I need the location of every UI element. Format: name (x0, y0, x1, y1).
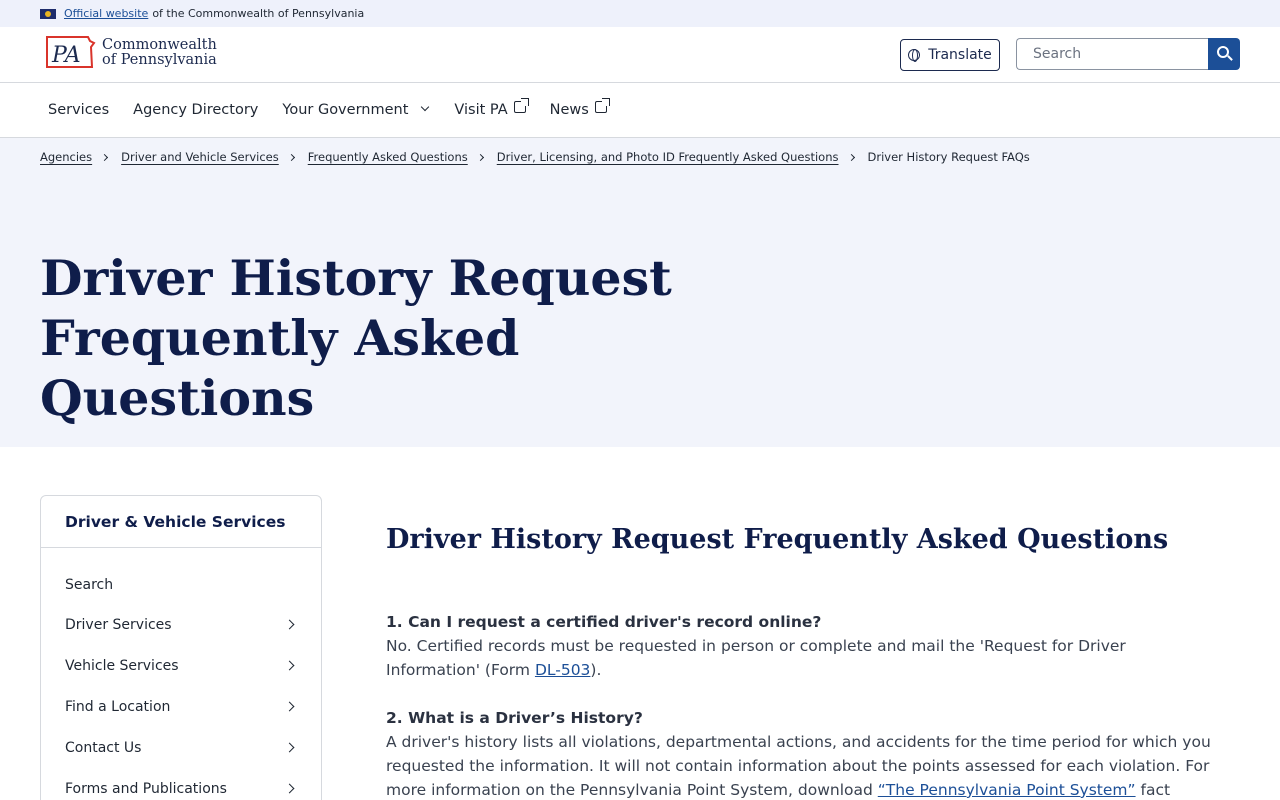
sidebar-item-search[interactable]: Search (41, 566, 321, 604)
external-link-icon (594, 98, 610, 113)
sidebar-item-contact-us[interactable]: Contact Us (41, 727, 321, 768)
logo-text: Commonwealth of Pennsylvania (102, 38, 217, 68)
nav-your-government-label: Your Government (282, 102, 409, 118)
official-banner-text: of the Commonwealth of Pennsylvania (152, 7, 365, 20)
translate-label: Translate (928, 47, 992, 63)
nav-visit-pa[interactable]: Visit PA (454, 98, 529, 118)
faq-question: 1. Can I request a certified driver's re… (386, 613, 822, 631)
faq-answer-text: ). (590, 661, 602, 679)
chevron-right-icon[interactable] (284, 701, 295, 712)
nav-services[interactable]: Services (48, 102, 109, 118)
sidebar-list: Search Driver Services Vehicle Services … (41, 548, 321, 800)
official-banner: Official website of the Commonwealth of … (0, 0, 1280, 27)
sidebar-item-label: Find a Location (65, 698, 171, 715)
nav-news-label: News (549, 102, 589, 118)
sidebar-item-driver-services[interactable]: Driver Services (41, 604, 321, 645)
search-input[interactable] (1016, 38, 1208, 70)
official-website-link[interactable]: Official website (64, 7, 148, 20)
sidebar-heading[interactable]: Driver & Vehicle Services (41, 496, 321, 548)
chevron-right-icon[interactable] (284, 660, 295, 671)
nav-visit-pa-label: Visit PA (454, 102, 508, 118)
hero-section: Agencies Driver and Vehicle Services Fre… (0, 138, 1280, 447)
chevron-right-icon[interactable] (284, 742, 295, 753)
page-title: Driver History Request Frequently Asked … (40, 248, 800, 428)
sidebar-nav: Driver & Vehicle Services Search Driver … (40, 495, 322, 800)
faq-item: 1. Can I request a certified driver's re… (386, 610, 1216, 682)
breadcrumb-agencies[interactable]: Agencies (40, 150, 92, 164)
page-title-line-1: Driver History Request (40, 249, 672, 307)
nav-your-government[interactable]: Your Government (282, 102, 442, 118)
chevron-right-icon[interactable] (284, 783, 295, 794)
main-content: Driver History Request Frequently Asked … (386, 520, 1216, 800)
breadcrumb-faq[interactable]: Frequently Asked Questions (308, 150, 468, 164)
main-nav: Services Agency Directory Your Governmen… (0, 83, 1280, 138)
chevron-right-icon[interactable] (284, 619, 295, 630)
chevron-right-icon (476, 153, 484, 161)
nav-news[interactable]: News (549, 98, 610, 118)
faq-answer: A driver's history lists all violations,… (386, 730, 1216, 800)
faq-answer: No. Certified records must be requested … (386, 634, 1216, 682)
logo-line-1: Commonwealth (102, 37, 217, 53)
breadcrumb-driver-licensing-faq[interactable]: Driver, Licensing, and Photo ID Frequent… (497, 150, 839, 164)
external-link-icon (513, 98, 529, 113)
sidebar-item-find-location[interactable]: Find a Location (41, 686, 321, 727)
logo-mark-text: PA (51, 43, 81, 68)
site-header: PA Commonwealth of Pennsylvania Translat… (0, 27, 1280, 83)
sidebar-item-label: Forms and Publications (65, 780, 227, 797)
chevron-right-icon (287, 153, 295, 161)
breadcrumb-current: Driver History Request FAQs (867, 150, 1030, 164)
pa-logo-icon: PA (44, 33, 96, 73)
chevron-right-icon (101, 153, 109, 161)
logo-line-2: of Pennsylvania (102, 52, 217, 68)
translate-button[interactable]: Translate (900, 39, 1000, 71)
search-icon (1217, 46, 1229, 58)
dl-503-link[interactable]: DL-503 (535, 661, 590, 679)
chevron-right-icon (847, 153, 855, 161)
page-title-line-2: Frequently Asked Questions (40, 309, 520, 427)
pa-flag-icon (40, 8, 56, 19)
search-button[interactable] (1208, 38, 1240, 70)
sidebar-item-label: Vehicle Services (65, 657, 179, 674)
sidebar-item-forms-publications[interactable]: Forms and Publications (41, 768, 321, 800)
globe-icon (908, 49, 921, 62)
sidebar-item-label: Driver Services (65, 616, 172, 633)
sidebar-item-label: Contact Us (65, 739, 142, 756)
faq-answer-text: No. Certified records must be requested … (386, 637, 1126, 679)
sidebar-item-vehicle-services[interactable]: Vehicle Services (41, 645, 321, 686)
nav-services-label: Services (48, 102, 110, 118)
sidebar-item-label: Search (65, 577, 114, 593)
breadcrumb: Agencies Driver and Vehicle Services Fre… (40, 150, 1030, 164)
nav-agency-directory[interactable]: Agency Directory (133, 102, 258, 118)
breadcrumb-driver-vehicle-services[interactable]: Driver and Vehicle Services (121, 150, 279, 164)
faq-question: 2. What is a Driver’s History? (386, 709, 643, 727)
chevron-down-icon (421, 102, 430, 112)
nav-agency-directory-label: Agency Directory (133, 102, 259, 118)
content-title: Driver History Request Frequently Asked … (386, 524, 1169, 555)
point-system-link[interactable]: “The Pennsylvania Point System” (878, 781, 1136, 799)
header-search (1016, 38, 1240, 70)
pa-logo[interactable]: PA Commonwealth of Pennsylvania (44, 33, 217, 73)
faq-item: 2. What is a Driver’s History? A driver'… (386, 706, 1216, 800)
